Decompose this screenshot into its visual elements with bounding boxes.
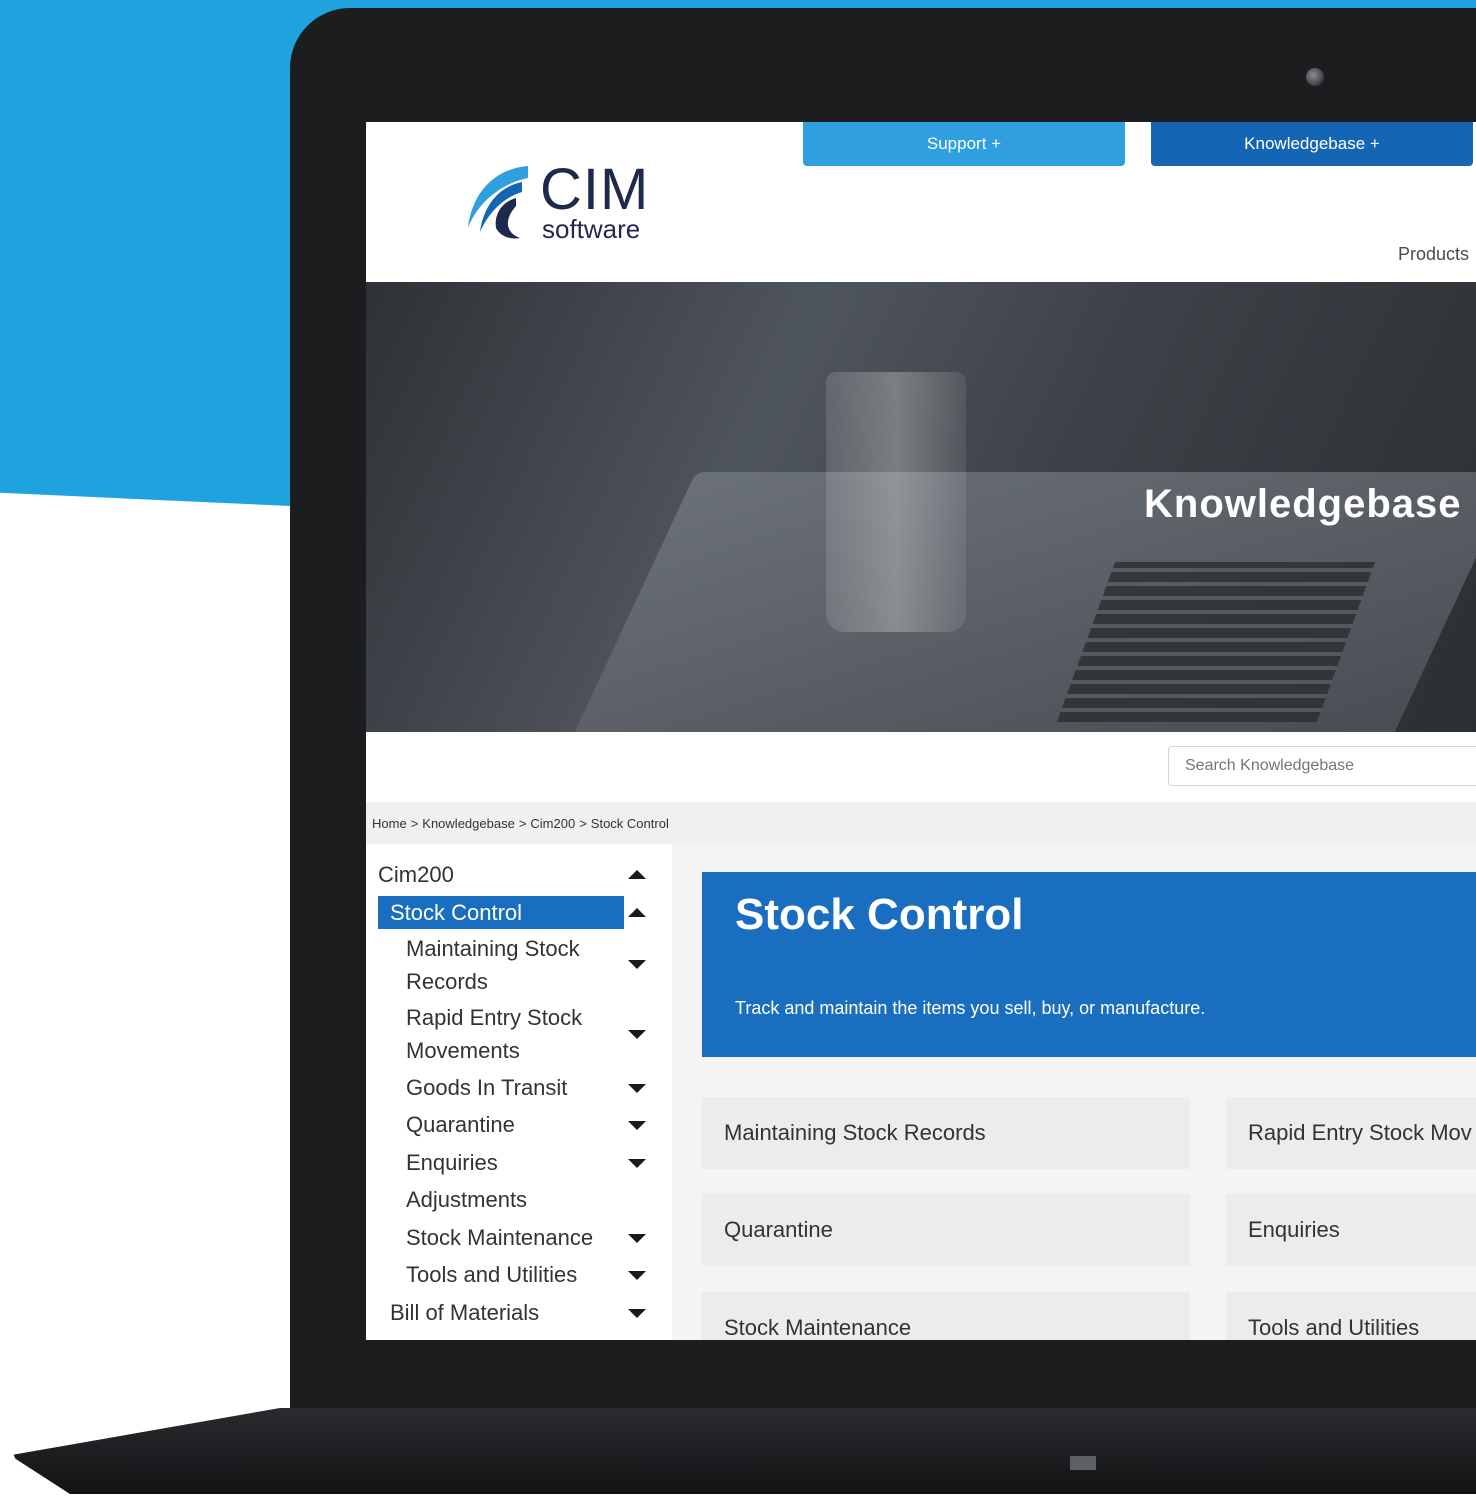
breadcrumb-separator: > <box>518 815 527 831</box>
sidebar-nav: Cim200 Stock Control Maintaining Stock R… <box>366 844 672 1340</box>
page-title: Stock Control <box>735 890 1024 939</box>
logo-subtext: software <box>542 214 641 244</box>
card-maintaining-stock-records[interactable]: Maintaining Stock Records <box>702 1097 1190 1169</box>
laptop-hinge <box>1070 1456 1096 1470</box>
chevron-down-icon[interactable] <box>628 1234 646 1243</box>
sidebar-item-tools-utilities[interactable]: Tools and Utilities <box>378 1258 636 1291</box>
hero-glass-image <box>826 372 966 632</box>
sidebar-item-stock-control[interactable]: Stock Control <box>378 896 624 929</box>
search-input[interactable] <box>1168 746 1476 786</box>
breadcrumb-current: Stock Control <box>590 815 669 831</box>
hero-title: Knowledgebase <box>1144 482 1462 526</box>
breadcrumb-knowledgebase[interactable]: Knowledgebase <box>422 816 515 831</box>
chevron-down-icon[interactable] <box>628 1030 646 1039</box>
breadcrumb-home[interactable]: Home <box>372 816 407 831</box>
main-content: Stock Control Track and maintain the ite… <box>672 844 1476 1340</box>
sidebar-item-maintaining-stock-records[interactable]: Maintaining Stock Records <box>378 932 636 998</box>
chevron-down-icon[interactable] <box>628 1084 646 1093</box>
card-quarantine[interactable]: Quarantine <box>702 1194 1190 1266</box>
browser-screen: CIM software Support + Knowledgebase + P… <box>366 122 1476 1340</box>
chevron-down-icon[interactable] <box>628 1271 646 1280</box>
camera-icon <box>1306 68 1324 86</box>
section-banner: Stock Control Track and maintain the ite… <box>702 872 1476 1057</box>
chevron-down-icon[interactable] <box>628 1159 646 1168</box>
sidebar-item-cim200[interactable]: Cim200 <box>378 858 624 891</box>
card-tools-utilities[interactable]: Tools and Utilities <box>1226 1292 1476 1340</box>
chevron-down-icon[interactable] <box>628 1309 646 1318</box>
cim-logo-icon <box>468 166 528 239</box>
laptop-base <box>10 1408 1476 1494</box>
knowledgebase-button[interactable]: Knowledgebase + <box>1151 122 1473 166</box>
logo-text: CIM <box>540 157 650 222</box>
hero-banner: Knowledgebase <box>366 282 1476 732</box>
cim-logo[interactable]: CIM software <box>462 157 672 248</box>
sidebar-item-bill-of-materials[interactable]: Bill of Materials <box>378 1296 624 1329</box>
breadcrumb-cim200[interactable]: Cim200 <box>530 816 575 831</box>
card-enquiries[interactable]: Enquiries <box>1226 1194 1476 1266</box>
page-description: Track and maintain the items you sell, b… <box>735 998 1206 1018</box>
sidebar-item-adjustments[interactable]: Adjustments <box>378 1183 636 1216</box>
chevron-up-icon[interactable] <box>628 908 646 917</box>
sidebar-item-quarantine[interactable]: Quarantine <box>378 1108 636 1141</box>
chevron-down-icon[interactable] <box>628 1121 646 1130</box>
card-stock-maintenance[interactable]: Stock Maintenance <box>702 1292 1190 1340</box>
nav-products[interactable]: Products <box>1398 244 1469 265</box>
breadcrumb-separator: > <box>579 815 587 831</box>
chevron-down-icon[interactable] <box>628 960 646 969</box>
sidebar-item-stock-maintenance[interactable]: Stock Maintenance <box>378 1221 636 1254</box>
breadcrumb-separator: > <box>410 815 419 831</box>
support-button[interactable]: Support + <box>803 122 1125 166</box>
card-rapid-entry[interactable]: Rapid Entry Stock Mov <box>1226 1097 1476 1169</box>
breadcrumb: Home > Knowledgebase > Cim200 > Stock Co… <box>366 802 1476 844</box>
sidebar-item-rapid-entry[interactable]: Rapid Entry Stock Movements <box>378 1001 636 1067</box>
sidebar-item-goods-in-transit[interactable]: Goods In Transit <box>378 1071 636 1104</box>
sidebar-item-enquiries[interactable]: Enquiries <box>378 1146 636 1179</box>
chevron-up-icon[interactable] <box>628 870 646 879</box>
